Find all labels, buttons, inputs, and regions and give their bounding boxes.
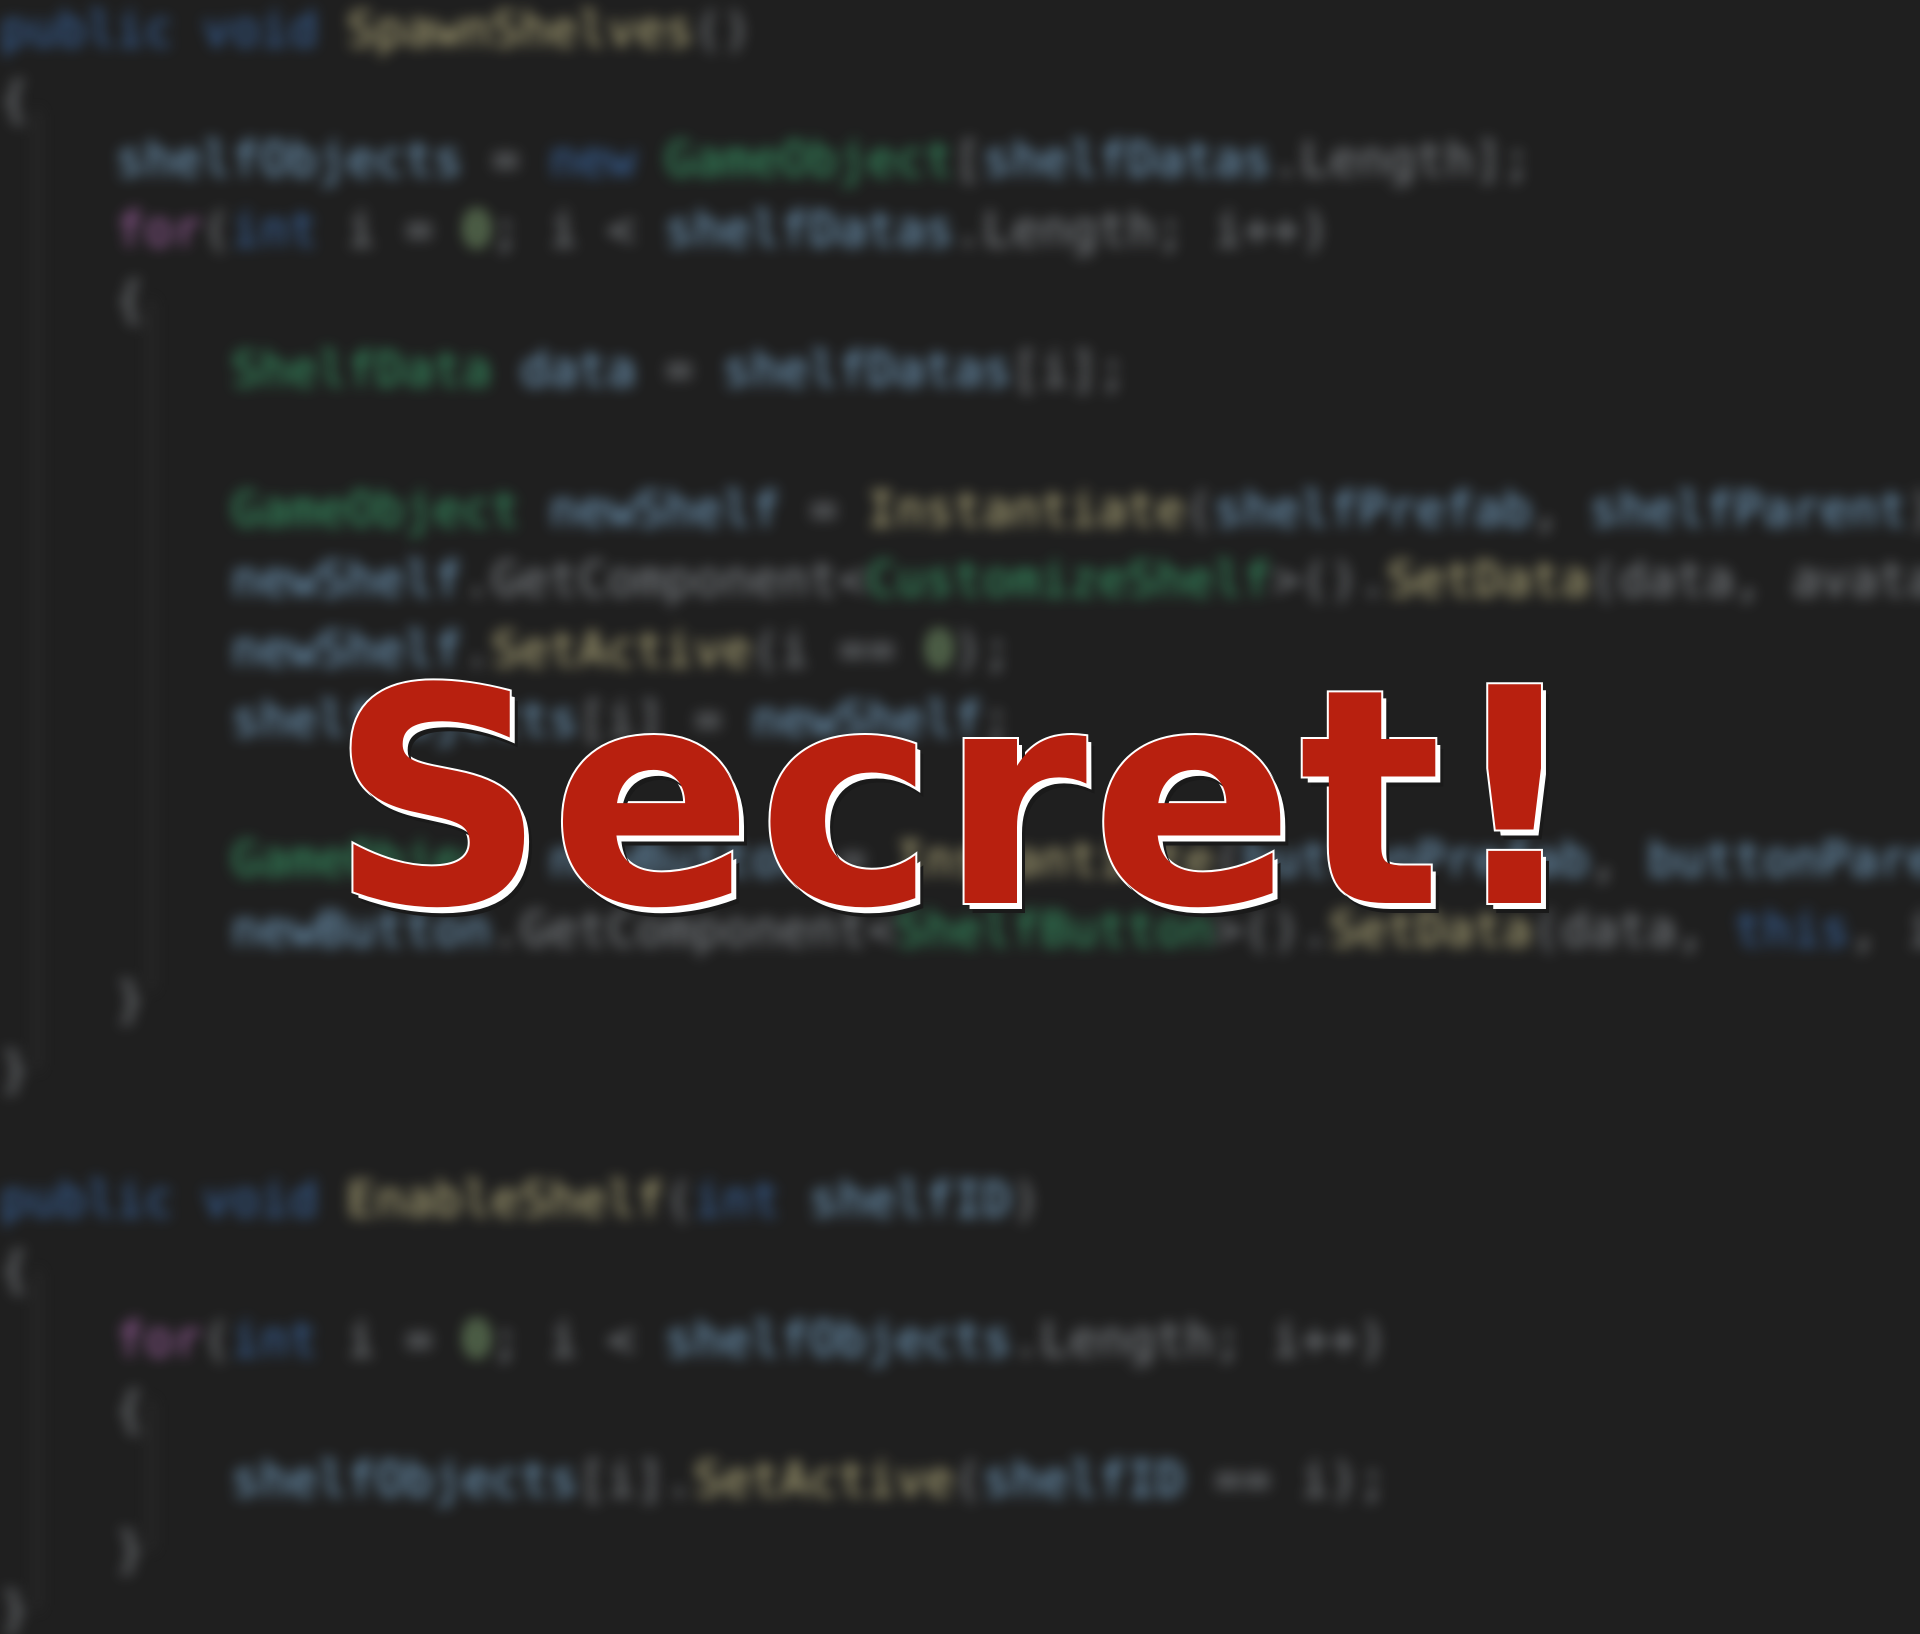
code-line: shelfObjects = new GameObject[shelfDatas… [115, 132, 1532, 188]
code-line: { [0, 272, 145, 328]
code-line: ShelfData data = shelfDatas[i]; [231, 342, 1128, 398]
code-line: newShelf.GetComponent<CustomizeShelf>().… [231, 552, 1920, 608]
code-line: { [0, 1242, 29, 1298]
code-line: shelfObjects[i].SetActive(shelfID == i); [231, 1452, 1388, 1508]
code-line: } [0, 1042, 29, 1098]
code-line: { [0, 1382, 145, 1438]
code-line: GameObject newShelf = Instantiate(shelfP… [231, 482, 1920, 538]
code-line: } [0, 1582, 29, 1634]
code-line: for(int i = 0; i < shelfDatas.Length; i+… [115, 202, 1330, 258]
title-text: Secret! [328, 623, 1588, 976]
code-line: public void EnableShelf(int shelfID) [0, 1172, 1041, 1228]
code-line: } [0, 1522, 145, 1578]
code-line: public void SpawnShelves() [0, 2, 752, 58]
code-line: for(int i = 0; i < shelfObjects.Length; … [115, 1312, 1388, 1368]
image-canvas: public void SpawnShelves() { shelfObject… [0, 0, 1920, 1634]
code-line: { [0, 72, 29, 128]
code-line: } [0, 972, 145, 1028]
title-overlay: Secret! [328, 620, 1590, 980]
